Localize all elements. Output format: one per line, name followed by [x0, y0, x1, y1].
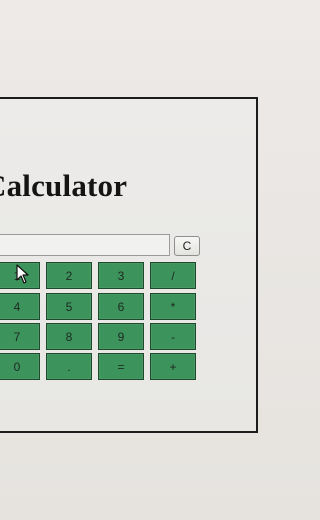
key-digit-9-button[interactable]: 9 — [98, 323, 144, 350]
keypad: 123/456*789-0.=+ — [0, 262, 292, 386]
key-digit-0-button[interactable]: 0 — [0, 353, 40, 380]
key-divide-button[interactable]: / — [150, 262, 196, 289]
key-equals-button[interactable]: = — [98, 353, 144, 380]
key-multiply-button[interactable]: * — [150, 293, 196, 320]
key-subtract-button[interactable]: - — [150, 323, 196, 350]
clear-button[interactable]: C — [174, 236, 200, 256]
mouse-pointer-icon — [16, 264, 29, 284]
key-digit-6-button[interactable]: 6 — [98, 293, 144, 320]
key-add-button[interactable]: + — [150, 353, 196, 380]
key-digit-4-button[interactable]: 4 — [0, 293, 40, 320]
key-decimal-button[interactable]: . — [46, 353, 92, 380]
key-digit-2-button[interactable]: 2 — [46, 262, 92, 289]
calculator-display[interactable] — [0, 234, 170, 256]
key-digit-8-button[interactable]: 8 — [46, 323, 92, 350]
page-title: Calculator — [0, 168, 128, 203]
key-digit-7-button[interactable]: 7 — [0, 323, 40, 350]
key-digit-3-button[interactable]: 3 — [98, 262, 144, 289]
key-digit-5-button[interactable]: 5 — [46, 293, 92, 320]
